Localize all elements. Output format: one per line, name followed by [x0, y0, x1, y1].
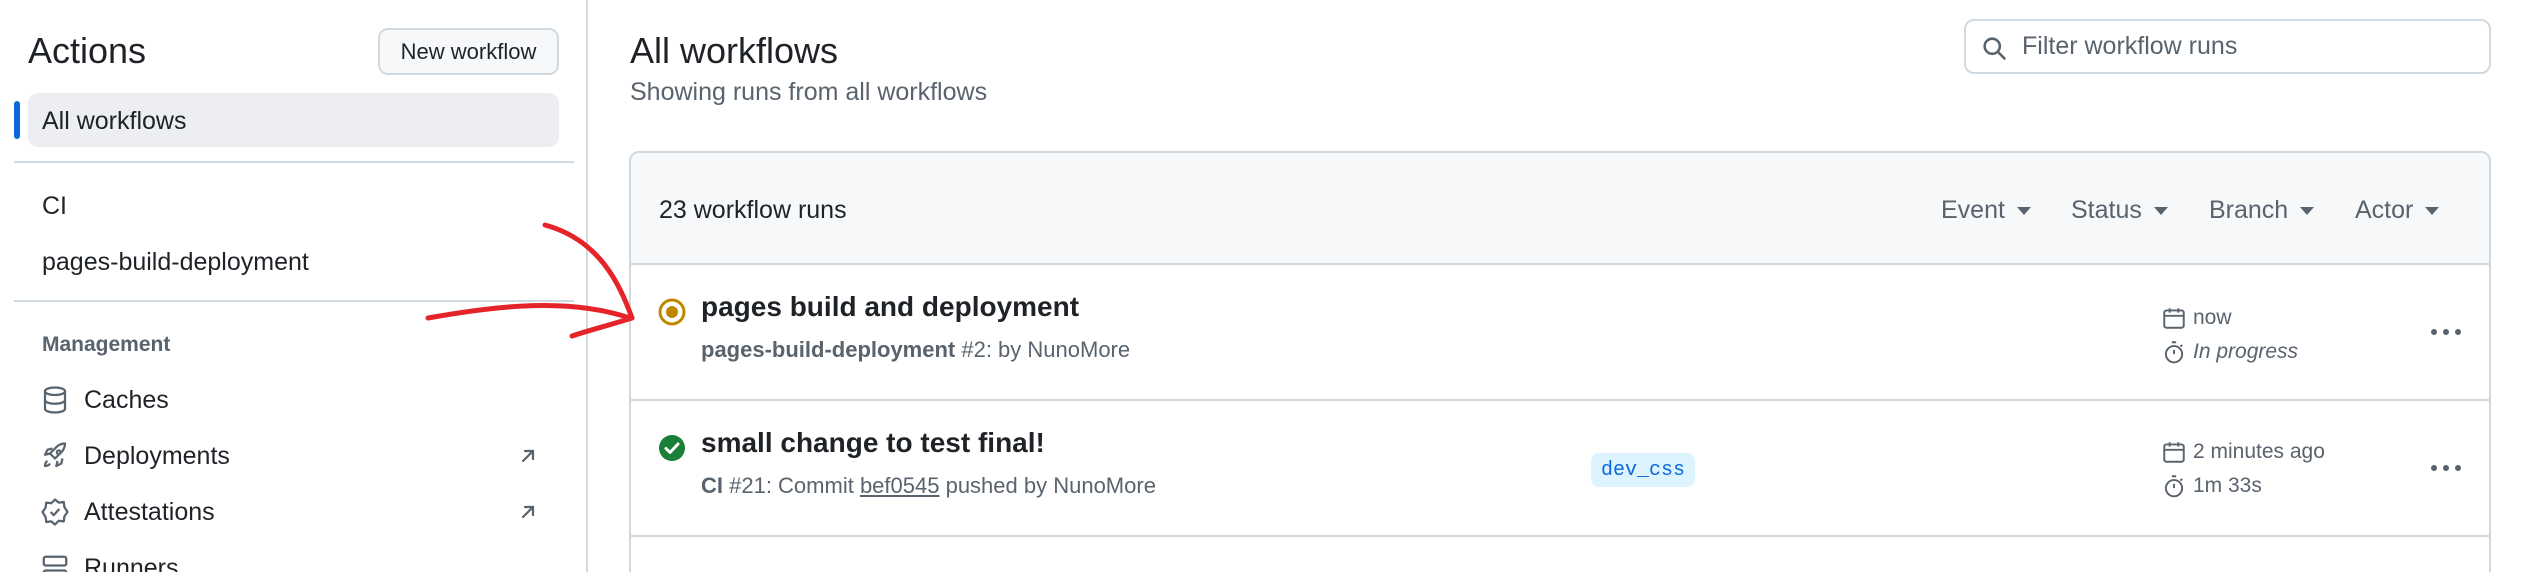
run-meta-text: #2: by NunoMore: [955, 337, 1131, 362]
page-subtitle: Showing runs from all workflows: [630, 78, 988, 106]
page-title: All workflows: [630, 30, 839, 71]
filter-menu-label: Actor: [2355, 196, 2414, 224]
run-meta-text: #21: Commit: [723, 473, 860, 498]
workflow-name: CI: [701, 473, 723, 498]
sidebar-item-label: Attestations: [84, 497, 215, 526]
sidebar-item-ci[interactable]: CI: [42, 192, 67, 221]
branch-tag[interactable]: dev_css: [1591, 453, 1696, 487]
run-duration: In progress: [2161, 339, 2298, 365]
active-indicator: [14, 101, 20, 139]
workflow-runs-list: 23 workflow runs Event Status Branch Act…: [629, 151, 2491, 572]
kebab-menu-icon[interactable]: [2428, 325, 2464, 344]
sidebar-item-label: Runners: [84, 553, 179, 572]
run-title-link[interactable]: pages build and deployment: [701, 291, 1079, 323]
run-timestamp: 2 minutes ago: [2161, 439, 2325, 465]
success-status-icon: [657, 433, 687, 468]
filter-menu-label: Branch: [2209, 196, 2289, 224]
sidebar-title: Actions: [28, 30, 147, 71]
rocket-icon: [38, 439, 72, 473]
run-time-text: 2 minutes ago: [2193, 440, 2325, 463]
sidebar-item-deployments[interactable]: Deployments: [38, 436, 548, 476]
sidebar-item-caches[interactable]: Caches: [38, 380, 548, 420]
branch-filter-menu[interactable]: Branch: [2209, 196, 2315, 225]
divider: [14, 161, 574, 163]
run-duration-text: In progress: [2193, 340, 2299, 363]
run-title-link[interactable]: small change to test final!: [701, 427, 1045, 459]
stopwatch-icon: [2164, 475, 2184, 498]
workflow-name: pages-build-deployment: [701, 337, 956, 362]
run-meta-text: pushed by NunoMore: [939, 473, 1156, 498]
chevron-down-icon: [2153, 206, 2168, 215]
calendar-icon: [2163, 442, 2185, 463]
management-heading: Management: [42, 333, 171, 356]
commit-link[interactable]: bef0545: [860, 473, 940, 498]
table-row[interactable]: small change to test final! CI #21: Comm…: [631, 401, 2489, 537]
event-filter-menu[interactable]: Event: [1941, 196, 2031, 225]
server-icon: [38, 551, 72, 572]
run-duration: 1m 33s: [2161, 473, 2262, 499]
run-time-text: now: [2193, 306, 2232, 329]
in-progress-status-icon: [657, 297, 687, 332]
status-filter-menu[interactable]: Status: [2071, 196, 2168, 225]
sidebar-item-attestations[interactable]: Attestations: [38, 492, 548, 532]
run-meta: CI #21: Commit bef0545 pushed by NunoMor…: [701, 473, 1156, 499]
chevron-down-icon: [2425, 206, 2440, 215]
filter-workflow-runs-input[interactable]: Filter workflow runs: [1964, 19, 2491, 74]
run-duration-text: 1m 33s: [2193, 474, 2262, 497]
shield-check-icon: [38, 495, 72, 529]
external-link-icon: [516, 500, 540, 529]
divider: [14, 300, 574, 302]
actor-filter-menu[interactable]: Actor: [2355, 196, 2440, 225]
external-link-icon: [516, 444, 540, 473]
search-icon: [1980, 34, 2008, 67]
new-workflow-button[interactable]: New workflow: [378, 28, 559, 75]
stopwatch-icon: [2164, 341, 2184, 364]
runs-list-header: 23 workflow runs Event Status Branch Act…: [631, 153, 2489, 265]
calendar-icon: [2163, 308, 2185, 329]
run-timestamp: now: [2161, 305, 2232, 331]
sidebar-item-label: Caches: [84, 385, 169, 414]
sidebar-item-runners[interactable]: Runners: [38, 548, 548, 572]
run-meta: pages-build-deployment #2: by NunoMore: [701, 337, 1130, 363]
chevron-down-icon: [2016, 206, 2031, 215]
sidebar-item-label: All workflows: [42, 107, 187, 135]
chevron-down-icon: [2300, 206, 2315, 215]
filter-menu-label: Event: [1941, 196, 2005, 224]
sidebar-item-label: Deployments: [84, 441, 230, 470]
kebab-menu-icon[interactable]: [2428, 461, 2464, 480]
sidebar-item-pages-build-deployment[interactable]: pages-build-deployment: [42, 248, 309, 277]
sidebar: Actions New workflow All workflows CI pa…: [0, 0, 588, 572]
filter-menu-label: Status: [2071, 196, 2142, 224]
table-row[interactable]: pages build and deployment pages-build-d…: [631, 265, 2489, 401]
runs-count: 23 workflow runs: [659, 196, 847, 224]
database-icon: [38, 383, 72, 417]
